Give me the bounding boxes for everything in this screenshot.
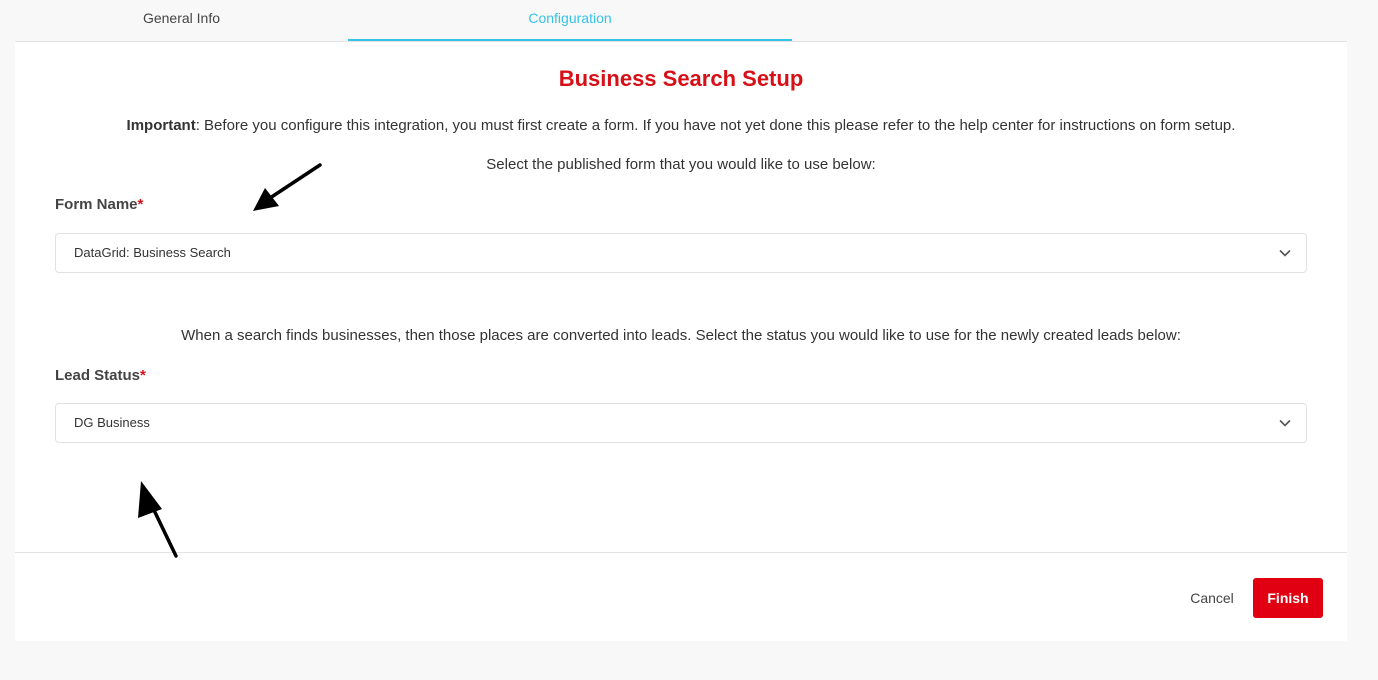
- lead-status-select[interactable]: DG Business: [55, 403, 1307, 443]
- configuration-panel: Business Search Setup Important: Before …: [15, 42, 1347, 641]
- finish-button[interactable]: Finish: [1253, 578, 1323, 618]
- page-title: Business Search Setup: [558, 66, 804, 91]
- footer-divider: [15, 552, 1347, 553]
- lead-status-label-text: Lead Status: [55, 367, 141, 384]
- cancel-button[interactable]: Cancel: [1175, 579, 1249, 617]
- important-label: Important: [126, 117, 196, 134]
- tab-configuration[interactable]: Configuration: [348, 0, 792, 41]
- chevron-down-icon: [1279, 249, 1291, 257]
- tab-bar: General Info Configuration: [15, 0, 1347, 42]
- status-instruction: When a search finds businesses, then tho…: [181, 327, 1181, 344]
- form-name-select[interactable]: DataGrid: Business Search: [55, 233, 1307, 273]
- form-name-label: Form Name*: [55, 196, 143, 213]
- lead-status-value: DG Business: [74, 415, 150, 430]
- arrow-icon: [253, 163, 322, 211]
- form-name-label-text: Form Name: [55, 196, 138, 213]
- tab-general-info[interactable]: General Info: [15, 0, 348, 41]
- required-mark: *: [140, 367, 146, 384]
- required-mark: *: [137, 196, 144, 213]
- lead-status-label: Lead Status*: [55, 367, 146, 384]
- chevron-down-icon: [1279, 419, 1291, 427]
- important-text: : Before you configure this integration,…: [195, 117, 1236, 134]
- form-instruction: Select the published form that you would…: [486, 156, 876, 173]
- arrow-icon: [138, 481, 178, 558]
- important-notice: Important: Before you configure this int…: [15, 117, 1347, 134]
- form-name-value: DataGrid: Business Search: [74, 245, 231, 260]
